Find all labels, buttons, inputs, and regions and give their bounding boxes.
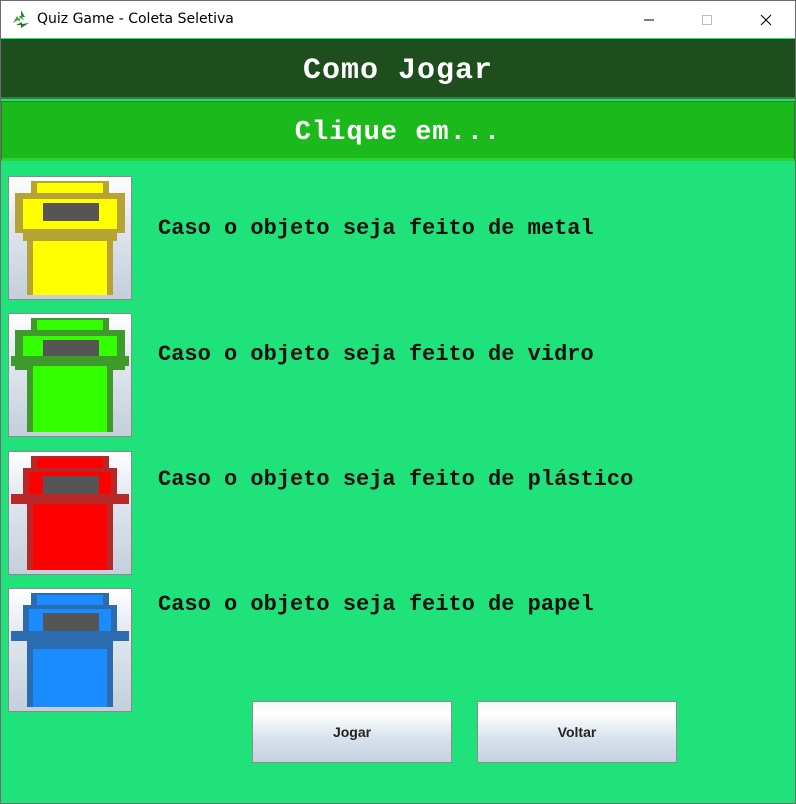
header-title-bar: Como Jogar (1, 39, 795, 99)
title-bar[interactable]: Quiz Game - Coleta Seletiva (1, 1, 795, 38)
bin-button-paper[interactable] (8, 588, 132, 712)
bin-button-glass[interactable] (8, 313, 132, 437)
green-bin-icon (11, 318, 129, 432)
page-title: Como Jogar (302, 54, 494, 88)
app-window: Quiz Game - Coleta Seletiva Como Jogar C… (0, 0, 796, 804)
bin-label-metal: Caso o objeto seja feito de metal (158, 216, 594, 241)
header-subtitle-bar: Clique em... (1, 101, 795, 161)
red-bin-icon (11, 456, 129, 570)
bin-label-glass: Caso o objeto seja feito de vidro (158, 342, 594, 367)
back-button[interactable]: Voltar (477, 701, 677, 763)
close-icon (760, 14, 772, 25)
recycle-icon (13, 10, 29, 28)
window-title: Quiz Game - Coleta Seletiva (37, 11, 234, 27)
bin-label-plastic: Caso o objeto seja feito de plástico (158, 467, 634, 492)
blue-bin-icon (11, 593, 129, 707)
bin-button-plastic[interactable] (8, 451, 132, 575)
close-button[interactable] (737, 1, 795, 38)
minimize-button[interactable] (620, 1, 678, 38)
page-subtitle: Clique em... (294, 118, 502, 148)
maximize-button[interactable] (678, 1, 736, 38)
bin-label-paper: Caso o objeto seja feito de papel (158, 592, 594, 617)
yellow-bin-icon (15, 181, 125, 295)
maximize-icon (702, 14, 712, 25)
bin-button-metal[interactable] (8, 176, 132, 300)
play-button[interactable]: Jogar (252, 701, 452, 763)
minimize-icon (644, 19, 654, 20)
